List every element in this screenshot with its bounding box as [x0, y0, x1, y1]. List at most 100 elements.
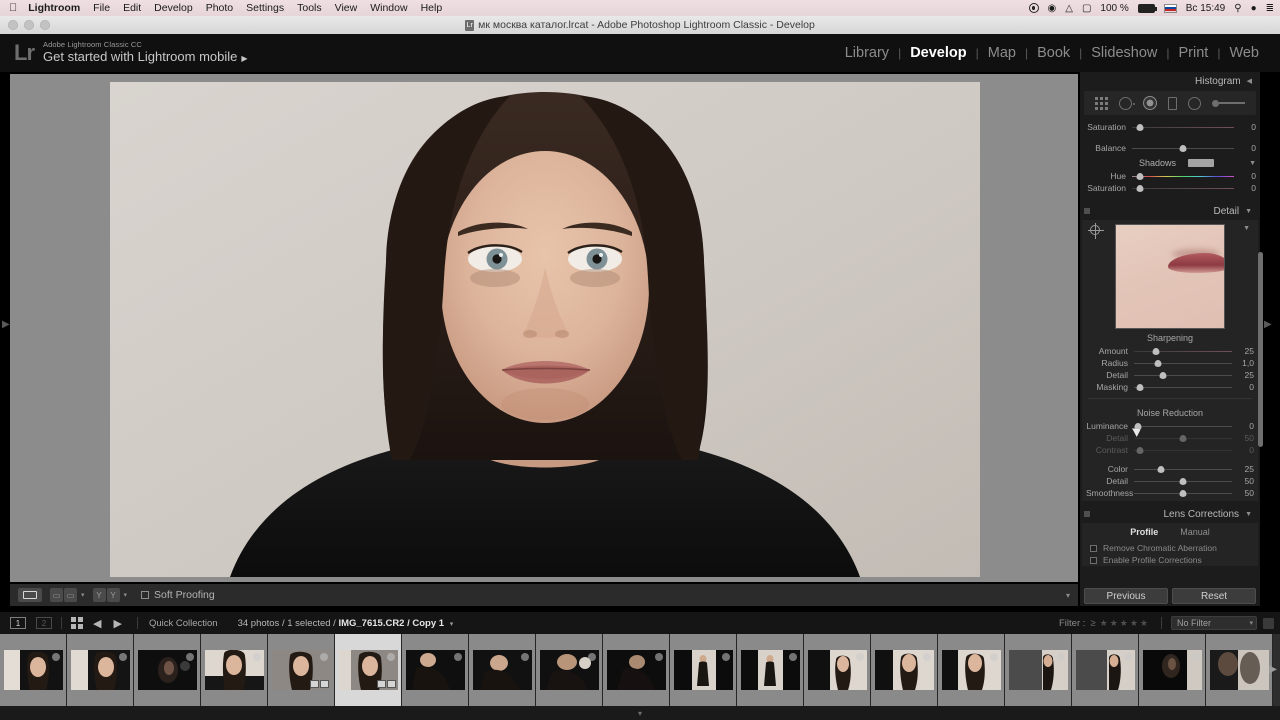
tab-manual[interactable]: Manual: [1180, 527, 1210, 537]
shadows-hue-slider[interactable]: [1132, 170, 1234, 182]
thumbnail-cell-16[interactable]: [1005, 634, 1072, 706]
reset-button[interactable]: Reset: [1172, 588, 1256, 604]
histogram-collapse-icon[interactable]: ◀: [1247, 77, 1252, 85]
slider-row[interactable]: Hue 0: [1080, 170, 1260, 182]
filter-preset-caret-icon[interactable]: ▾: [1249, 619, 1253, 627]
menu-item-lightroom[interactable]: Lightroom: [28, 2, 80, 14]
slider-row[interactable]: Luminance 0: [1082, 420, 1258, 432]
right-panel-toggle[interactable]: ▶: [1264, 318, 1272, 332]
monitor-2-button[interactable]: 2: [36, 617, 52, 629]
slider-row[interactable]: Detail 25: [1082, 369, 1258, 381]
thumb-16[interactable]: [1008, 650, 1068, 690]
slider-row[interactable]: Smoothness 50: [1082, 487, 1258, 499]
module-web[interactable]: Web: [1220, 45, 1268, 61]
sharpening-radius-slider[interactable]: [1134, 357, 1232, 369]
thumbnail-cell-2[interactable]: [67, 634, 134, 706]
slider-row[interactable]: Contrast 0: [1082, 444, 1258, 456]
thumb-8[interactable]: [472, 650, 532, 690]
menu-item-photo[interactable]: Photo: [206, 2, 233, 14]
thumbnail-cell-9[interactable]: [536, 634, 603, 706]
histogram-panel-header[interactable]: Histogram ◀: [1080, 72, 1260, 90]
thumb-4[interactable]: [204, 650, 264, 690]
main-photo[interactable]: [110, 82, 980, 577]
adjustment-brush-tool-icon[interactable]: [1211, 99, 1245, 107]
detail-caret-icon[interactable]: ▼: [1245, 208, 1252, 215]
thumbnail-cell-12[interactable]: [737, 634, 804, 706]
thumb-12[interactable]: [740, 650, 800, 690]
thumb-17[interactable]: [1075, 650, 1135, 690]
clock-label[interactable]: Вс 15:49: [1186, 3, 1225, 14]
thumb-14[interactable]: [874, 650, 934, 690]
noise-luminance-slider[interactable]: [1134, 420, 1232, 432]
detail-preview-caret-icon[interactable]: ▼: [1243, 225, 1250, 232]
thumbnail-cell-14[interactable]: [871, 634, 938, 706]
red-eye-tool-icon[interactable]: [1143, 96, 1158, 110]
menu-item-help[interactable]: Help: [421, 2, 443, 14]
thumb-9[interactable]: [539, 650, 599, 690]
previous-button[interactable]: Previous: [1084, 588, 1168, 604]
detail-panel-switch-icon[interactable]: [1084, 208, 1090, 214]
filter-star-rating[interactable]: ★ ★ ★ ★ ★: [1100, 618, 1148, 629]
filmstrip[interactable]: ▶: [0, 634, 1280, 706]
shadows-color-swatch[interactable]: [1188, 159, 1214, 167]
thumb-2[interactable]: [70, 650, 130, 690]
slider-row[interactable]: Balance 0: [1080, 142, 1260, 154]
right-panel-scrollbar[interactable]: [1258, 252, 1263, 447]
star-5[interactable]: ★: [1140, 618, 1148, 629]
thumbnail-cell-11[interactable]: [670, 634, 737, 706]
split-toning-saturation-slider[interactable]: [1132, 121, 1234, 133]
spot-removal-tool-icon[interactable]: [1119, 96, 1136, 110]
noise-luminance-detail-slider[interactable]: [1134, 432, 1232, 444]
copy-settings-group[interactable]: Y Y: [92, 588, 120, 602]
thumbnail-cell-18[interactable]: [1139, 634, 1206, 706]
russian-flag-icon[interactable]: [1163, 3, 1177, 13]
photo-info-caret-icon[interactable]: ▾: [450, 621, 454, 628]
photo-info[interactable]: 34 photos / 1 selected / IMG_7615.CR2 / …: [238, 618, 454, 629]
thumbnail-cell-15[interactable]: [938, 634, 1005, 706]
slider-row[interactable]: Saturation 0: [1080, 182, 1260, 194]
thumb-7[interactable]: [405, 650, 465, 690]
apple-icon[interactable]: : [9, 2, 17, 14]
quick-collection-label[interactable]: Quick Collection: [149, 618, 218, 629]
siri-icon[interactable]: ●: [1251, 3, 1257, 14]
airplay-icon[interactable]: ▢: [1082, 3, 1091, 14]
enable-profile-corrections-row[interactable]: Enable Profile Corrections: [1082, 554, 1258, 566]
copy-settings-caret-icon[interactable]: ▾: [124, 591, 128, 599]
thumb-6[interactable]: [338, 650, 398, 690]
module-print[interactable]: Print: [1169, 45, 1217, 61]
lens-corrections-switch-icon[interactable]: [1084, 511, 1090, 517]
slider-row[interactable]: Detail 50: [1082, 475, 1258, 487]
split-toning-balance-slider[interactable]: [1132, 142, 1234, 154]
loupe-view-icon[interactable]: [18, 588, 42, 602]
before-after-icon-2[interactable]: ▭: [64, 588, 77, 602]
battery-icon[interactable]: [1137, 3, 1157, 13]
detail-panel-header[interactable]: Detail ▼: [1080, 202, 1260, 220]
lens-corrections-panel-header[interactable]: Lens Corrections ▼: [1080, 505, 1260, 523]
thumb-11[interactable]: [673, 650, 733, 690]
menu-item-develop[interactable]: Develop: [154, 2, 193, 14]
identity-plate[interactable]: Adobe Lightroom Classic CC Get started w…: [43, 41, 248, 65]
menu-item-view[interactable]: View: [335, 2, 358, 14]
thumbnail-cell-13[interactable]: [804, 634, 871, 706]
filter-operator[interactable]: ≥: [1090, 618, 1095, 629]
thumbnail-cell-4[interactable]: [201, 634, 268, 706]
thumbnail-cell-10[interactable]: [603, 634, 670, 706]
thumb-18[interactable]: [1142, 650, 1202, 690]
target-crosshair-icon[interactable]: [1088, 223, 1104, 239]
shadows-saturation-slider[interactable]: [1132, 182, 1234, 194]
noise-luminance-contrast-slider[interactable]: [1134, 444, 1232, 456]
y-icon-1[interactable]: Y: [92, 588, 106, 602]
lens-corrections-caret-icon[interactable]: ▼: [1245, 511, 1252, 518]
back-arrow-icon[interactable]: ◀: [93, 617, 101, 630]
menu-item-tools[interactable]: Tools: [297, 2, 322, 14]
toolbar-caret-icon[interactable]: ▾: [1066, 591, 1070, 600]
menu-item-window[interactable]: Window: [370, 2, 407, 14]
enable-profile-corrections-checkbox[interactable]: [1090, 556, 1097, 564]
module-library[interactable]: Library: [836, 45, 898, 61]
list-icon[interactable]: ≣: [1266, 3, 1274, 14]
noise-color-detail-slider[interactable]: [1134, 475, 1232, 487]
filmstrip-next-arrow-icon[interactable]: ▶: [1269, 664, 1277, 675]
detail-preview-thumbnail[interactable]: [1115, 224, 1225, 329]
menu-item-settings[interactable]: Settings: [246, 2, 284, 14]
before-after-icon-1[interactable]: ▭: [50, 588, 63, 602]
